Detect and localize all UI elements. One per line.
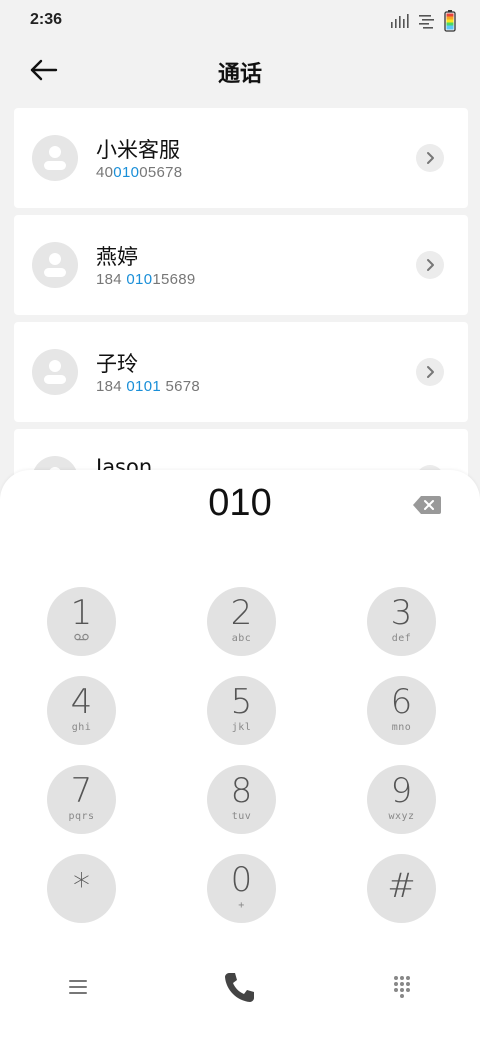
signal-icon: [391, 14, 409, 28]
status-icons: [390, 10, 456, 32]
contact-name: 子玲: [96, 352, 138, 376]
key-0[interactable]: 0 +: [207, 854, 276, 923]
status-bar: 2:36: [0, 0, 480, 42]
person-icon: [44, 360, 66, 384]
key-hash[interactable]: #: [367, 854, 436, 923]
key-5[interactable]: 5 jkl: [207, 676, 276, 745]
avatar: [32, 135, 78, 181]
key-digit: #: [387, 866, 416, 906]
wifi-icon: [419, 15, 434, 29]
key-7[interactable]: 7 pqrs: [47, 765, 116, 834]
contact-item[interactable]: 子玲 184 0101 5678: [14, 322, 468, 422]
key-digit: 9: [390, 771, 413, 811]
chevron-right-icon: [427, 259, 434, 271]
dialpad-toggle-button[interactable]: [382, 967, 422, 1007]
key-8[interactable]: 8 tuv: [207, 765, 276, 834]
key-letters: ghi: [71, 722, 92, 733]
key-letters: def: [391, 633, 412, 644]
contact-item[interactable]: 小米客服 4001005678: [14, 108, 468, 208]
key-digit: *: [73, 866, 90, 906]
status-time: 2:36: [30, 11, 63, 28]
key-letters: tuv: [231, 811, 252, 822]
number-part: 184: [96, 378, 127, 395]
key-9[interactable]: 9 wxyz: [367, 765, 436, 834]
number-match: 010: [113, 164, 140, 181]
key-2[interactable]: 2 abc: [207, 587, 276, 656]
backspace-button[interactable]: [412, 494, 442, 516]
header: 通话: [0, 48, 480, 92]
battery-icon: [444, 10, 456, 32]
key-digit: 8: [230, 771, 253, 811]
number-part: 15689: [152, 271, 196, 288]
key-4[interactable]: 4 ghi: [47, 676, 116, 745]
key-6[interactable]: 6 mno: [367, 676, 436, 745]
key-letters: abc: [231, 633, 252, 644]
menu-button[interactable]: [58, 967, 98, 1007]
backspace-icon: [413, 496, 441, 514]
key-digit: 4: [70, 682, 93, 722]
contact-name: 小米客服: [96, 138, 180, 162]
voicemail-icon: [74, 633, 89, 641]
contact-item[interactable]: 燕婷 184 01015689: [14, 215, 468, 315]
contact-number: 184 01015689: [96, 271, 196, 288]
phone-call-icon: [225, 973, 254, 1002]
person-icon: [44, 146, 66, 170]
dialpad-icon: [394, 976, 410, 998]
bottom-bar: [0, 965, 480, 1015]
avatar: [32, 242, 78, 288]
contact-detail-button[interactable]: [416, 144, 444, 172]
contact-detail-button[interactable]: [416, 358, 444, 386]
key-digit: 3: [390, 593, 413, 633]
key-digit: 5: [230, 682, 253, 722]
key-letters: wxyz: [388, 811, 415, 822]
contact-number: 184 0101 5678: [96, 378, 200, 395]
key-letters: pqrs: [68, 811, 95, 822]
key-1[interactable]: 1: [47, 587, 116, 656]
dialpad-sheet: 010 1 2 abc 3 def 4 ghi 5 jkl 6 mno 7 pq…: [0, 470, 480, 1040]
key-digit: 6: [390, 682, 413, 722]
key-digit: 0: [230, 860, 253, 900]
key-digit: 2: [230, 593, 253, 633]
page-title: 通话: [217, 62, 262, 87]
contact-detail-button[interactable]: [416, 251, 444, 279]
number-match: 010: [126, 271, 153, 288]
dial-input[interactable]: 010: [0, 482, 480, 525]
key-letters: +: [238, 900, 245, 911]
key-3[interactable]: 3 def: [367, 587, 436, 656]
chevron-right-icon: [427, 152, 434, 164]
number-part: 5678: [160, 378, 201, 395]
key-star[interactable]: *: [47, 854, 116, 923]
contact-name: 燕婷: [96, 245, 138, 269]
number-part: 40: [96, 164, 114, 181]
avatar: [32, 349, 78, 395]
person-icon: [44, 253, 66, 277]
key-digit: 1: [70, 593, 93, 633]
key-letters: jkl: [231, 722, 252, 733]
chevron-right-icon: [427, 366, 434, 378]
number-part: 184: [96, 271, 127, 288]
menu-icon: [69, 980, 87, 994]
contact-number: 4001005678: [96, 164, 182, 181]
call-button[interactable]: [220, 967, 260, 1007]
number-part: 05678: [139, 164, 183, 181]
key-digit: 7: [70, 771, 93, 811]
number-match: 0101: [126, 378, 161, 395]
key-letters: mno: [391, 722, 412, 733]
